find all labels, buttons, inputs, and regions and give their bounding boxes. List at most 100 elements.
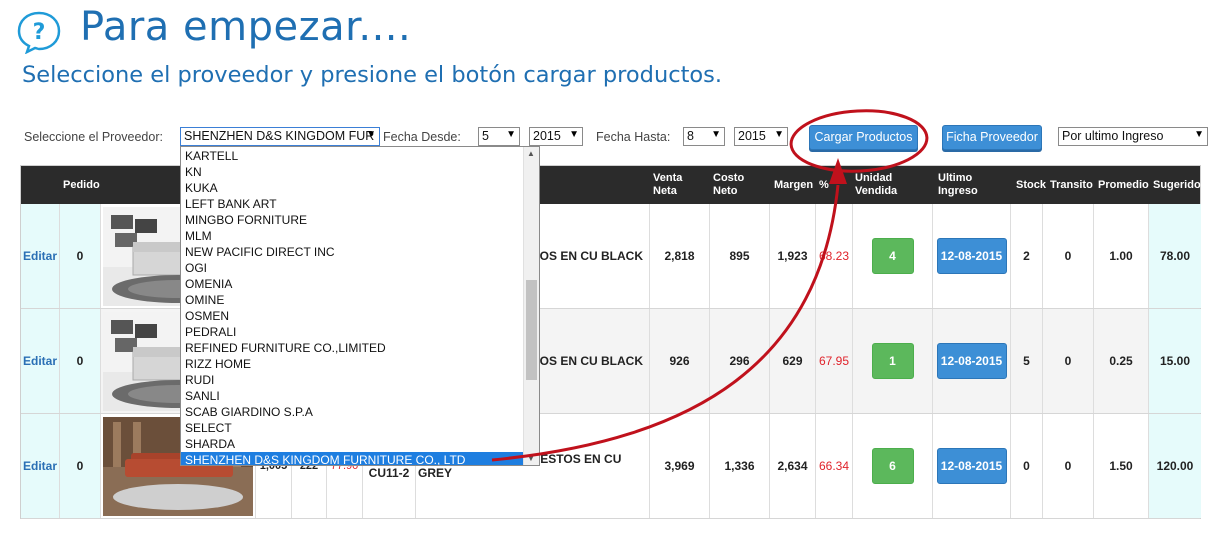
col-venta-neta: Venta Neta xyxy=(653,172,683,197)
dropdown-option[interactable]: KN xyxy=(181,164,524,180)
fecha-desde-label: Fecha Desde: xyxy=(383,130,461,144)
dropdown-option[interactable]: NEW PACIFIC DIRECT INC xyxy=(181,244,524,260)
hasta-dia-value: 8 xyxy=(687,129,694,143)
help-question-icon: ? xyxy=(17,11,61,54)
unidad-vendida-button[interactable]: 4 xyxy=(871,238,914,274)
ingreso-cell: 12-08-2015 xyxy=(933,204,1011,308)
unidad-vendida-button[interactable]: 1 xyxy=(871,343,914,379)
pct-cell: 67.95 xyxy=(816,309,853,413)
pct-cell: 66.34 xyxy=(816,414,853,518)
col-ultimo-ingreso: Ultimo Ingreso xyxy=(938,172,978,197)
proveedor-dropdown-list[interactable]: KARTELL KN KUKA LEFT BANK ART MINGBO FORNITU… xyxy=(180,146,540,466)
ficha-proveedor-button[interactable]: Ficha Proveedor xyxy=(942,125,1042,150)
cargar-productos-button[interactable]: Cargar Productos xyxy=(809,125,918,150)
orden-select-value: Por ultimo Ingreso xyxy=(1062,129,1164,143)
scroll-down-icon[interactable]: ▼ xyxy=(527,454,535,463)
venta-neta-cell: 926 xyxy=(650,309,710,413)
dropdown-option[interactable]: SANLI xyxy=(181,388,524,404)
venta-neta-cell: 2,818 xyxy=(650,204,710,308)
unidad-cell: 6 xyxy=(853,414,933,518)
chevron-down-icon: ▼ xyxy=(506,129,516,140)
margen-cell: 629 xyxy=(770,309,816,413)
editar-link[interactable]: Editar xyxy=(23,459,57,473)
stock-cell: 2 xyxy=(1011,204,1043,308)
dropdown-option[interactable]: REFINED FURNITURE CO.,LIMITED xyxy=(181,340,524,356)
editar-cell: Editar xyxy=(21,204,60,308)
svg-text:?: ? xyxy=(33,20,46,45)
desde-dia-select[interactable]: 5 ▼ xyxy=(478,127,520,146)
col-promedio: Promedio xyxy=(1098,178,1149,191)
unidad-cell: 4 xyxy=(853,204,933,308)
promedio-cell: 0.25 xyxy=(1094,309,1149,413)
ultimo-ingreso-button[interactable]: 12-08-2015 xyxy=(936,343,1007,379)
dropdown-option[interactable]: OMINE xyxy=(181,292,524,308)
dropdown-option[interactable]: SCAB GIARDINO S.P.A xyxy=(181,404,524,420)
page-subtitle: Seleccione el proveedor y presione el bo… xyxy=(22,62,723,88)
col-sugerido: Sugerido xyxy=(1153,178,1201,191)
col-stock: Stock xyxy=(1016,178,1046,191)
fecha-hasta-label: Fecha Hasta: xyxy=(596,130,671,144)
scroll-up-icon[interactable]: ▲ xyxy=(527,149,535,158)
ingreso-cell: 12-08-2015 xyxy=(933,414,1011,518)
transito-cell: 0 xyxy=(1043,309,1094,413)
chevron-down-icon: ▼ xyxy=(774,129,784,140)
dropdown-option[interactable]: KUKA xyxy=(181,180,524,196)
hasta-anio-select[interactable]: 2015 ▼ xyxy=(734,127,788,146)
proveedor-select[interactable]: SHENZHEN D&S KINGDOM FUR ▼ xyxy=(180,127,380,146)
desde-anio-select[interactable]: 2015 ▼ xyxy=(529,127,583,146)
editar-cell: Editar xyxy=(21,414,60,518)
ingreso-cell: 12-08-2015 xyxy=(933,309,1011,413)
sugerido-cell: 15.00 xyxy=(1149,309,1201,413)
orden-select[interactable]: Por ultimo Ingreso ▼ xyxy=(1058,127,1208,146)
col-pedido: Pedido xyxy=(63,178,100,191)
pedido-cell: 0 xyxy=(60,309,101,413)
venta-neta-cell: 3,969 xyxy=(650,414,710,518)
editar-cell: Editar xyxy=(21,309,60,413)
dropdown-option[interactable]: RUDI xyxy=(181,372,524,388)
col-transito: Transito xyxy=(1050,178,1093,191)
sugerido-cell: 120.00 xyxy=(1149,414,1201,518)
promedio-cell: 1.50 xyxy=(1094,414,1149,518)
transito-cell: 0 xyxy=(1043,204,1094,308)
hasta-anio-value: 2015 xyxy=(738,129,766,143)
dropdown-option[interactable]: KARTELL xyxy=(181,148,524,164)
pct-cell: 68.23 xyxy=(816,204,853,308)
dropdown-option[interactable]: OSMEN xyxy=(181,308,524,324)
dropdown-option[interactable]: SELECT xyxy=(181,420,524,436)
dropdown-option[interactable]: RIZZ HOME xyxy=(181,356,524,372)
dropdown-option[interactable]: LEFT BANK ART xyxy=(181,196,524,212)
dropdown-option[interactable]: OMENIA xyxy=(181,276,524,292)
dropdown-option[interactable]: MINGBO FORNITURE xyxy=(181,212,524,228)
unidad-vendida-button[interactable]: 6 xyxy=(871,448,914,484)
col-unidad-vendida: Unidad Vendida xyxy=(855,172,898,197)
page-title: Para empezar.... xyxy=(80,4,412,50)
editar-link[interactable]: Editar xyxy=(23,354,57,368)
transito-cell: 0 xyxy=(1043,414,1094,518)
dropdown-scrollbar[interactable]: ▲ ▼ xyxy=(523,147,539,465)
dropdown-option[interactable]: OGI xyxy=(181,260,524,276)
promedio-cell: 1.00 xyxy=(1094,204,1149,308)
margen-cell: 2,634 xyxy=(770,414,816,518)
chevron-down-icon: ▼ xyxy=(711,129,721,140)
proveedor-select-value: SHENZHEN D&S KINGDOM FUR xyxy=(184,129,375,143)
chevron-down-icon: ▼ xyxy=(1194,129,1204,140)
ultimo-ingreso-button[interactable]: 12-08-2015 xyxy=(936,448,1007,484)
stock-cell: 0 xyxy=(1011,414,1043,518)
dropdown-option[interactable]: SHARDA xyxy=(181,436,524,452)
chevron-down-icon: ▼ xyxy=(366,129,376,140)
col-pct: % xyxy=(819,178,829,191)
scrollbar-thumb[interactable] xyxy=(526,280,537,380)
editar-link[interactable]: Editar xyxy=(23,249,57,263)
proveedor-label: Seleccione el Proveedor: xyxy=(24,130,163,144)
hasta-dia-select[interactable]: 8 ▼ xyxy=(683,127,725,146)
dropdown-option[interactable]: MLM xyxy=(181,228,524,244)
costo-neto-cell: 895 xyxy=(710,204,770,308)
pedido-cell: 0 xyxy=(60,204,101,308)
costo-neto-cell: 296 xyxy=(710,309,770,413)
stock-cell: 5 xyxy=(1011,309,1043,413)
dropdown-option[interactable]: SHENZHEN D&S KINGDOM FURNITURE CO., LTD xyxy=(181,452,524,465)
unidad-cell: 1 xyxy=(853,309,933,413)
dropdown-option[interactable]: PEDRALI xyxy=(181,324,524,340)
ultimo-ingreso-button[interactable]: 12-08-2015 xyxy=(936,238,1007,274)
costo-neto-cell: 1,336 xyxy=(710,414,770,518)
